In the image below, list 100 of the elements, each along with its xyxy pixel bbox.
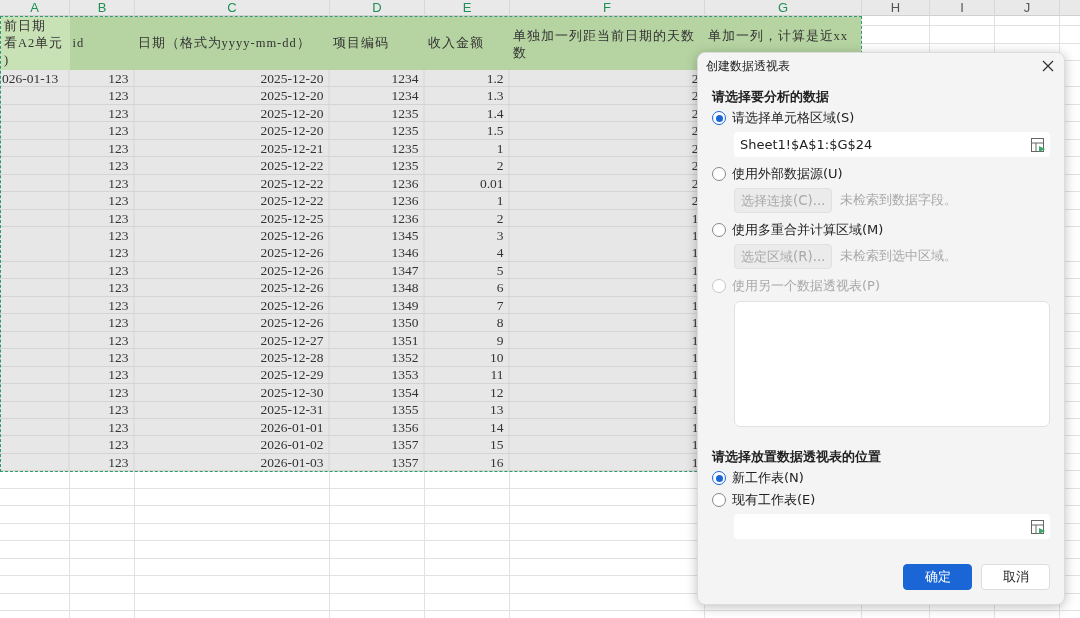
table-cell-text: 1 xyxy=(690,436,700,454)
table-cell-text: 1349 xyxy=(390,296,420,315)
table-cell-text: 1 xyxy=(495,139,505,158)
table-cell-text: 1236 xyxy=(390,174,420,193)
table-cell-text: 1357 xyxy=(390,436,420,454)
close-icon[interactable] xyxy=(1042,60,1054,72)
table-cell-text: 1 xyxy=(690,349,700,367)
header-cell: 前日期 看A2单元 ) xyxy=(1,17,70,70)
table-cell-text: 2025-12-20 xyxy=(259,70,325,88)
table-cell-text: 123 xyxy=(107,157,130,175)
dialog-title: 创建数据透视表 xyxy=(706,57,790,75)
table-cell-text: 2025-12-26 xyxy=(259,279,325,297)
table-cell-text: 123 xyxy=(107,296,130,315)
table-cell-text: 2 xyxy=(495,157,505,175)
radio-button[interactable] xyxy=(712,223,726,237)
table-cell-text: 2025-12-31 xyxy=(259,401,325,419)
cancel-button[interactable]: 取消 xyxy=(981,564,1050,590)
table-cell-text: 123 xyxy=(107,383,130,402)
table-cell-text: 1 xyxy=(690,331,700,349)
table-cell-text: 1.5 xyxy=(485,122,505,140)
header-cell-text: 日期（格式为yyyy-mm-dd） xyxy=(136,35,312,52)
table-cell-text: 2 xyxy=(495,209,505,227)
table-cell-text: 1350 xyxy=(390,314,420,332)
range-field[interactable]: Sheet1!$A$1:$G$24 xyxy=(734,132,1050,157)
table-cell-text: 123 xyxy=(107,436,130,454)
table-cell-text: 7 xyxy=(495,296,505,315)
table-cell-text: 1 xyxy=(690,453,700,472)
radio-button[interactable] xyxy=(712,111,726,125)
table-cell-text: 1.4 xyxy=(485,104,505,123)
radio-button[interactable] xyxy=(712,167,726,181)
table-cell-text: 1 xyxy=(690,418,700,437)
table-cell-text: 1356 xyxy=(390,418,420,437)
table-cell-text: 1 xyxy=(690,366,700,384)
table-cell-text: 1353 xyxy=(390,366,420,384)
table-cell-text: 123 xyxy=(107,261,130,280)
table-cell-text: 16 xyxy=(489,453,505,472)
table-cell-text: 123 xyxy=(107,366,130,384)
table-cell-text: 1 xyxy=(690,314,700,332)
table-cell-text: 1345 xyxy=(390,226,420,245)
header-cell-text: 单独加一列距当前日期的天数 数 xyxy=(511,28,696,62)
section-heading: 请选择放置数据透视表的位置 xyxy=(712,448,882,466)
table-cell-text: 1234 xyxy=(390,87,420,105)
table-cell-text: 5 xyxy=(495,261,505,280)
table-cell-text: 14 xyxy=(489,418,505,437)
table-cell-text: 9 xyxy=(495,331,505,349)
table-cell-text: 123 xyxy=(107,122,130,140)
table-cell-text: 026-01-13 xyxy=(1,70,60,88)
table-cell-text: 1354 xyxy=(390,383,420,402)
range-field[interactable] xyxy=(734,514,1050,539)
range-picker-icon[interactable] xyxy=(1030,518,1046,535)
table-cell-text: 1348 xyxy=(390,279,420,297)
table-cell-text: 0.01 xyxy=(478,174,505,193)
table-cell-text: 123 xyxy=(107,453,130,472)
table-cell-text: 123 xyxy=(107,401,130,419)
table-cell-text: 123 xyxy=(107,174,130,193)
ok-button[interactable]: 确定 xyxy=(903,564,972,590)
table-cell-text: 3 xyxy=(495,226,505,245)
table-cell-text: 123 xyxy=(107,70,130,88)
table-cell-text: 123 xyxy=(107,104,130,123)
table-cell-text: 1 xyxy=(690,279,700,297)
table-cell-text: 1355 xyxy=(390,401,420,419)
table-cell-text: 123 xyxy=(107,244,130,262)
table-cell-text: 1236 xyxy=(390,209,420,227)
table-cell-text: 1 xyxy=(690,296,700,315)
table-cell-text: 123 xyxy=(107,279,130,297)
range-picker-icon[interactable] xyxy=(1030,136,1046,153)
table-cell-text: 12 xyxy=(489,383,505,402)
table-cell-text: 2025-12-29 xyxy=(259,366,325,384)
radio-button[interactable] xyxy=(712,493,726,507)
radio-button[interactable] xyxy=(712,471,726,485)
table-cell-text: 1 xyxy=(690,244,700,262)
option-label[interactable]: 新工作表(N) xyxy=(732,469,804,487)
table-cell-text: 4 xyxy=(495,244,505,262)
table-cell-text: 1.3 xyxy=(485,87,505,105)
table-cell-text: 2025-12-28 xyxy=(259,349,325,367)
option-label[interactable]: 请选择单元格区域(S) xyxy=(732,109,855,127)
table-cell-text: 13 xyxy=(489,401,505,419)
table-cell-text: 2025-12-27 xyxy=(259,331,325,349)
table-cell-text: 1234 xyxy=(390,70,420,88)
status-note: 未检索到选中区域。 xyxy=(840,248,958,265)
table-cell-text: 1235 xyxy=(390,122,420,140)
table-cell-text: 2025-12-26 xyxy=(259,314,325,332)
table-cell-text: 2025-12-21 xyxy=(259,139,325,158)
option-label[interactable]: 使用外部数据源(U) xyxy=(732,165,843,183)
table-cell-text: 1352 xyxy=(390,349,420,367)
table-cell-text: 123 xyxy=(107,87,130,105)
header-cell-text: 单加一列，计算是近xx xyxy=(706,28,849,45)
table-cell-text: 2025-12-20 xyxy=(259,122,325,140)
table-cell-text: 1235 xyxy=(390,104,420,123)
table-cell-text: 123 xyxy=(107,331,130,349)
table-cell-text: 2025-12-30 xyxy=(259,383,325,402)
table-cell-text: 15 xyxy=(489,436,505,454)
table-cell-text: 2025-12-22 xyxy=(259,174,325,193)
option-label[interactable]: 现有工作表(E) xyxy=(732,491,816,509)
table-cell-text: 1347 xyxy=(390,261,420,280)
table-cell-text: 2025-12-22 xyxy=(259,192,325,210)
table-cell-text: 123 xyxy=(107,349,130,367)
table-cell-text: 6 xyxy=(495,279,505,297)
table-cell-text: 11 xyxy=(489,366,505,384)
option-label[interactable]: 使用多重合并计算区域(M) xyxy=(732,221,884,239)
